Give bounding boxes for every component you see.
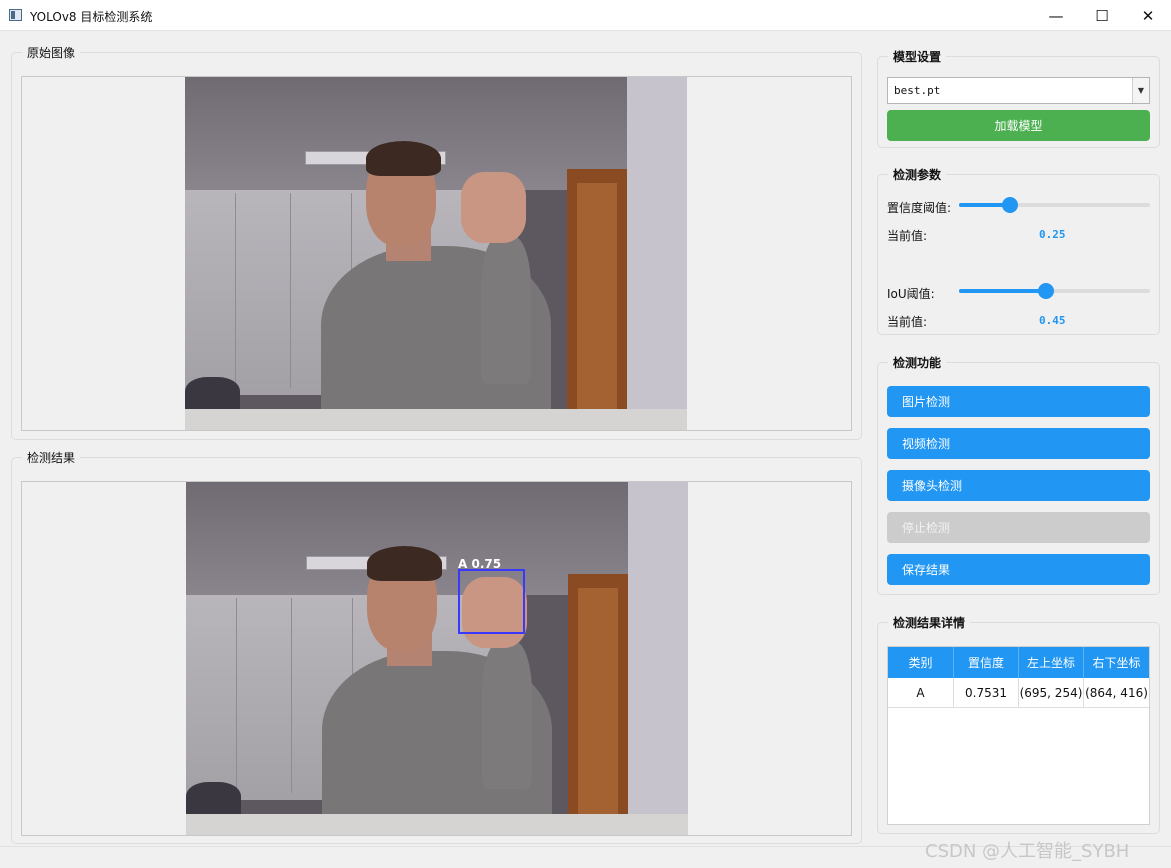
load-model-button[interactable]: 加载模型: [887, 110, 1150, 141]
cell-confidence: 0.7531: [954, 678, 1019, 707]
cell-class: A: [888, 678, 954, 707]
scene-cabinet-line: [235, 193, 237, 388]
result-image: A 0.75: [186, 482, 688, 835]
stop-detection-button[interactable]: 停止检测: [887, 512, 1150, 543]
scene-wall: [627, 482, 688, 835]
minimize-icon[interactable]: —: [1033, 0, 1079, 31]
scene-chair: [185, 377, 241, 413]
dropdown-arrow-icon[interactable]: ▼: [1132, 78, 1149, 103]
scene-desk: [186, 813, 688, 835]
results-table-header: 类别 置信度 左上坐标 右下坐标: [888, 647, 1149, 678]
results-table: 类别 置信度 左上坐标 右下坐标 A 0.7531 (695, 254) (86…: [887, 646, 1150, 825]
iou-current-label: 当前值:: [887, 315, 928, 329]
original-image-title: 原始图像: [22, 44, 81, 61]
detection-params-title: 检测参数: [888, 166, 947, 183]
scene-desk: [185, 408, 687, 430]
watermark: CSDN @人工智能_SYBH: [925, 841, 1130, 862]
maximize-icon[interactable]: ☐: [1079, 0, 1125, 31]
model-settings-title: 模型设置: [888, 48, 947, 65]
confidence-threshold-label: 置信度阈值:: [887, 201, 952, 215]
confidence-slider-handle[interactable]: [1002, 197, 1018, 213]
iou-slider[interactable]: [959, 283, 1150, 299]
iou-threshold-label: IoU阈值:: [887, 287, 935, 301]
scene-person-fist: [462, 577, 528, 648]
scene-cabinet-line: [290, 193, 292, 388]
result-image-title: 检测结果: [22, 449, 81, 466]
window-title: YOLOv8 目标检测系统: [30, 10, 153, 24]
confidence-current-label: 当前值:: [887, 229, 928, 243]
video-detection-button[interactable]: 视频检测: [887, 428, 1150, 459]
iou-slider-fill: [959, 289, 1046, 293]
image-detection-button[interactable]: 图片检测: [887, 386, 1150, 417]
results-detail-title: 检测结果详情: [888, 614, 971, 631]
iou-current-value: 0.45: [1039, 314, 1066, 327]
scene-person-hair: [366, 545, 443, 581]
cell-top-left: (695, 254): [1019, 678, 1084, 707]
confidence-slider[interactable]: [959, 197, 1150, 213]
detection-functions-title: 检测功能: [888, 354, 947, 371]
cell-bottom-right: (864, 416): [1085, 685, 1148, 700]
column-header-confidence[interactable]: 置信度: [954, 647, 1019, 678]
confidence-current-value: 0.25: [1039, 228, 1066, 241]
iou-slider-handle[interactable]: [1038, 283, 1054, 299]
title-bar: YOLOv8 目标检测系统 — ☐ ✕: [0, 0, 1171, 31]
scene-door: [576, 182, 617, 430]
original-image-frame: [21, 76, 852, 431]
column-header-class[interactable]: 类别: [888, 647, 954, 678]
scene-person-arm: [481, 235, 532, 385]
scene-person-hair: [365, 140, 442, 176]
close-icon[interactable]: ✕: [1125, 0, 1171, 31]
scene-wall: [626, 77, 687, 430]
scene-person-fist: [461, 172, 527, 243]
scene-cabinet-line: [236, 598, 238, 793]
model-select[interactable]: best.pt ▼: [887, 77, 1150, 104]
original-image: [185, 77, 687, 430]
column-header-bottom-right[interactable]: 右下坐标: [1084, 647, 1149, 678]
scene-chair: [186, 782, 242, 818]
camera-detection-button[interactable]: 摄像头检测: [887, 470, 1150, 501]
save-results-button[interactable]: 保存结果: [887, 554, 1150, 585]
app-window-icon: [9, 9, 22, 21]
table-row[interactable]: A 0.7531 (695, 254) (864, 416): [888, 678, 1149, 708]
scene-person-arm: [482, 640, 533, 790]
column-header-top-left[interactable]: 左上坐标: [1019, 647, 1084, 678]
result-image-frame: A 0.75: [21, 481, 852, 836]
scene-door: [577, 587, 618, 835]
model-select-value: best.pt: [894, 84, 941, 97]
scene-cabinet-line: [291, 598, 293, 793]
